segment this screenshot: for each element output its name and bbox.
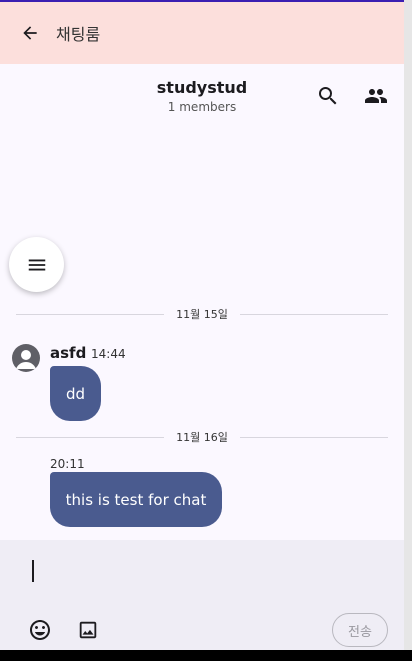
divider-line: [240, 437, 388, 438]
message-bubble[interactable]: dd: [50, 366, 101, 421]
message-text: dd: [65, 384, 86, 403]
room-name: studystud: [156, 78, 248, 97]
back-arrow-icon: [23, 26, 37, 40]
system-nav-bar: [0, 650, 412, 661]
emoji-icon: [30, 620, 50, 640]
send-button[interactable]: 전송: [332, 613, 388, 647]
message-composer: 전송: [0, 540, 404, 650]
date-divider: 11월 16일: [16, 429, 388, 445]
date-divider: 11월 15일: [16, 306, 388, 322]
app-bar: 채팅룸: [0, 2, 404, 64]
room-members: 1 members: [167, 100, 237, 114]
people-icon: [365, 89, 387, 103]
avatar[interactable]: [12, 344, 40, 372]
search-button[interactable]: [314, 82, 342, 110]
message-text: this is test for chat: [65, 490, 207, 509]
image-icon: [79, 621, 97, 639]
menu-icon: [28, 259, 45, 270]
message-time: 14:44: [91, 347, 126, 361]
divider-line: [240, 314, 388, 315]
search-icon: [319, 87, 337, 105]
chat-area: studystud 1 members 11월 15일 asfd 14:44 d…: [0, 64, 404, 540]
message-sender: asfd: [50, 344, 87, 362]
window-edge: [404, 0, 412, 661]
app-bar-title: 채팅룸: [56, 25, 101, 44]
avatar-icon: [16, 350, 36, 369]
emoji-button[interactable]: [26, 616, 54, 644]
back-button[interactable]: [12, 15, 48, 51]
message-input[interactable]: [32, 560, 34, 582]
members-button[interactable]: [362, 82, 390, 110]
menu-fab[interactable]: [9, 237, 64, 292]
message-time: 20:11: [50, 457, 85, 471]
image-button[interactable]: [74, 616, 102, 644]
message-bubble[interactable]: this is test for chat: [50, 472, 222, 527]
